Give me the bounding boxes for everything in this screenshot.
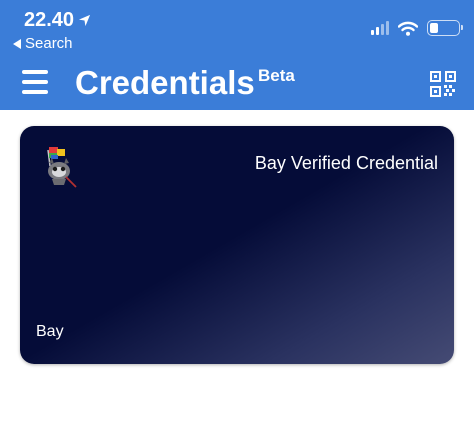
cellular-signal-icon	[371, 21, 389, 35]
wifi-icon	[398, 21, 418, 36]
status-time: 22.40	[24, 9, 91, 32]
back-to-search-label: Search	[25, 35, 73, 52]
beta-badge: Beta	[258, 66, 295, 85]
status-icons	[371, 20, 463, 36]
credential-title: Bay Verified Credential	[254, 153, 438, 173]
menu-button[interactable]	[22, 70, 48, 94]
app-header: 22.40 Search Credentials Beta	[0, 0, 474, 110]
qr-code-icon[interactable]	[430, 71, 456, 97]
back-triangle-icon	[13, 38, 21, 49]
status-time-text: 22.40	[24, 9, 75, 31]
credential-issuer: Bay	[36, 323, 64, 340]
location-arrow-icon	[78, 14, 91, 27]
issuer-mascot-icon	[47, 147, 77, 188]
page-title: Credentials	[75, 64, 255, 101]
battery-icon	[427, 20, 463, 36]
credential-card[interactable]: Bay Verified Credential Bay	[20, 126, 454, 364]
back-to-search-link[interactable]: Search	[13, 35, 73, 52]
